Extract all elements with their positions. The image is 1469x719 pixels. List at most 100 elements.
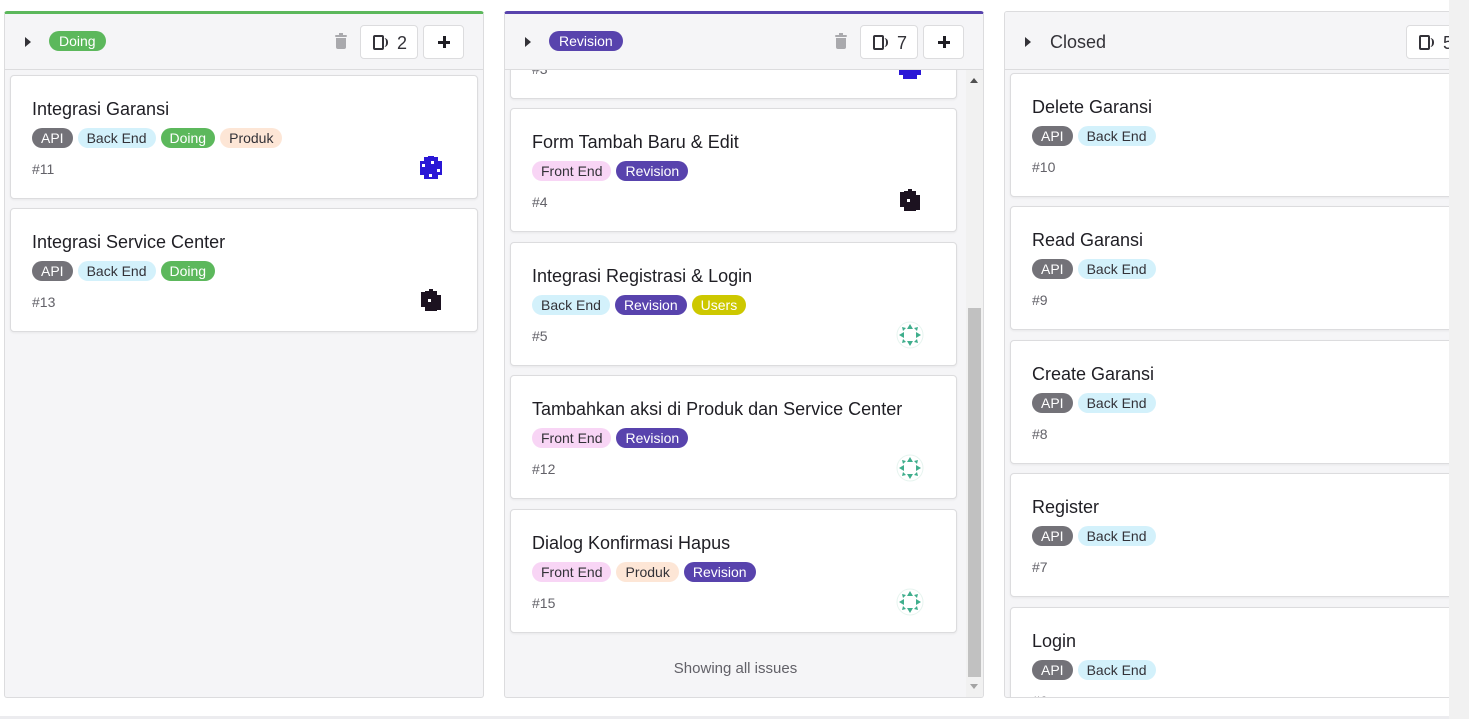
assignee-avatar[interactable] [896,321,924,349]
label-api[interactable]: API [1032,393,1073,413]
label-api[interactable]: API [32,128,73,148]
issues-icon [373,35,388,50]
label-api[interactable]: API [1032,660,1073,680]
issue-title[interactable]: Create Garansi [1032,364,1154,385]
label-revision[interactable]: Revision [614,295,687,315]
issue-count-box: 2 [360,25,418,59]
label-back-end[interactable]: Back End [77,128,156,148]
board-list-closed: Closed 5 Delete Garansi API Back End #10 … [1004,11,1469,698]
issue-card[interactable]: Delete Garansi API Back End #10 [1010,73,1469,197]
issue-title[interactable]: Dialog Konfirmasi Hapus [532,533,730,554]
label-back-end[interactable]: Back End [1077,660,1156,680]
list-header: Closed 5 [1005,12,1469,70]
issue-card[interactable]: Read Garansi API Back End #9 [1010,206,1469,330]
label-back-end[interactable]: Back End [532,295,610,315]
issue-reference: #8 [1032,426,1048,442]
issue-labels: API Back End [1032,660,1156,680]
issue-card[interactable]: Tambahkan aksi di Produk dan Service Cen… [510,375,957,499]
issue-title[interactable]: Integrasi Registrasi & Login [532,266,752,287]
issue-title[interactable]: Register [1032,497,1099,518]
assignee-avatar[interactable] [417,154,445,182]
label-produk[interactable]: Produk [220,128,283,148]
issue-title[interactable]: Delete Garansi [1032,97,1152,118]
issue-card[interactable]: Create Garansi API Back End #8 [1010,340,1469,464]
issue-labels: API Back End [1032,526,1156,546]
list-title-label[interactable]: Revision [549,31,623,51]
list-scrollbar[interactable] [966,70,983,697]
list-cards: Delete Garansi API Back End #10 Read Gara… [1005,70,1469,697]
issue-labels: Front End Produk Revision [532,562,756,582]
label-front-end[interactable]: Front End [532,161,612,181]
issue-labels: Front End Revision [532,161,689,181]
collapse-caret-icon[interactable] [25,37,31,47]
label-back-end[interactable]: Back End [1077,526,1156,546]
label-doing[interactable]: Doing [160,261,216,281]
scroll-up-arrow-icon[interactable] [970,78,978,83]
issue-title[interactable]: Integrasi Service Center [32,232,225,253]
issue-labels: API Back End [1032,393,1156,413]
new-issue-button[interactable] [423,25,464,59]
issue-labels: API Back End [1032,126,1156,146]
assignee-avatar[interactable] [896,70,924,82]
label-back-end[interactable]: Back End [1077,259,1156,279]
delete-list-trash-icon[interactable] [335,33,347,49]
assignee-avatar[interactable] [896,187,924,215]
issue-title[interactable]: Login [1032,631,1076,652]
issue-card[interactable]: Register API Back End #7 [1010,473,1469,597]
issue-title[interactable]: Integrasi Garansi [32,99,169,120]
label-produk[interactable]: Produk [616,562,679,582]
assignee-avatar[interactable] [417,287,445,315]
issue-labels: API Back End Doing [32,261,216,281]
label-back-end[interactable]: Back End [77,261,156,281]
label-api[interactable]: API [32,261,73,281]
scrollbar-thumb[interactable] [968,308,981,677]
issue-labels: API Back End Doing Produk [32,128,283,148]
assignee-avatar[interactable] [896,454,924,482]
label-back-end[interactable]: Back End [1077,126,1156,146]
issue-reference: #15 [532,595,556,611]
label-doing[interactable]: Doing [160,128,216,148]
issue-title[interactable]: Tambahkan aksi di Produk dan Service Cen… [532,399,902,420]
issue-card[interactable]: Login APIBack End #6 [1010,607,1469,697]
collapse-caret-icon[interactable] [525,37,531,47]
issue-card[interactable]: Form Tambah Baru & Edit Front End Revisio… [510,108,957,232]
issue-reference: #11 [32,161,55,177]
issue-count: 7 [897,33,908,53]
issue-labels: Back End Revision Users [532,295,747,315]
issue-reference: #6 [1032,693,1048,697]
label-revision[interactable]: Revision [616,428,689,448]
issue-reference: #10 [1032,159,1056,175]
issue-reference: #4 [532,194,548,210]
label-front-end[interactable]: Front End [532,428,612,448]
label-api[interactable]: API [1032,526,1073,546]
list-title-label[interactable]: Closed [1050,32,1106,53]
issue-title[interactable]: Read Garansi [1032,230,1143,251]
issue-reference: #9 [1032,292,1048,308]
issue-card[interactable]: Integrasi Garansi API Back End Doing Produk… [10,75,478,199]
assignee-avatar[interactable] [896,588,924,616]
board-list-revision: Revision 7 #3 [504,11,984,698]
issue-card[interactable]: Integrasi Service Center API Back End Doin… [10,208,478,332]
label-api[interactable]: API [1032,126,1073,146]
issue-reference: #5 [532,328,548,344]
issue-card[interactable]: Integrasi Registrasi & Login Back End Rev… [510,242,957,366]
issue-count-box: 7 [860,25,918,59]
collapse-caret-icon[interactable] [1025,37,1031,47]
label-revision[interactable]: Revision [683,562,756,582]
label-users[interactable]: Users [691,295,747,315]
page-scrollbar[interactable] [1449,0,1469,719]
issue-card[interactable]: #3 [510,70,957,99]
issue-labels: API Back End [1032,259,1156,279]
new-issue-button[interactable] [923,25,964,59]
issue-title[interactable]: Form Tambah Baru & Edit [532,132,739,153]
delete-list-trash-icon[interactable] [835,33,847,49]
list-title-label[interactable]: Doing [49,31,106,51]
label-api[interactable]: API [1032,259,1073,279]
label-revision[interactable]: Revision [616,161,689,181]
issue-count: 2 [397,33,408,53]
issue-card[interactable]: Dialog Konfirmasi Hapus Front End Produk R… [510,509,957,633]
label-front-end[interactable]: Front End [532,562,612,582]
scroll-down-arrow-icon[interactable] [970,684,978,689]
label-back-end[interactable]: Back End [1077,393,1156,413]
issue-reference: #13 [32,294,56,310]
